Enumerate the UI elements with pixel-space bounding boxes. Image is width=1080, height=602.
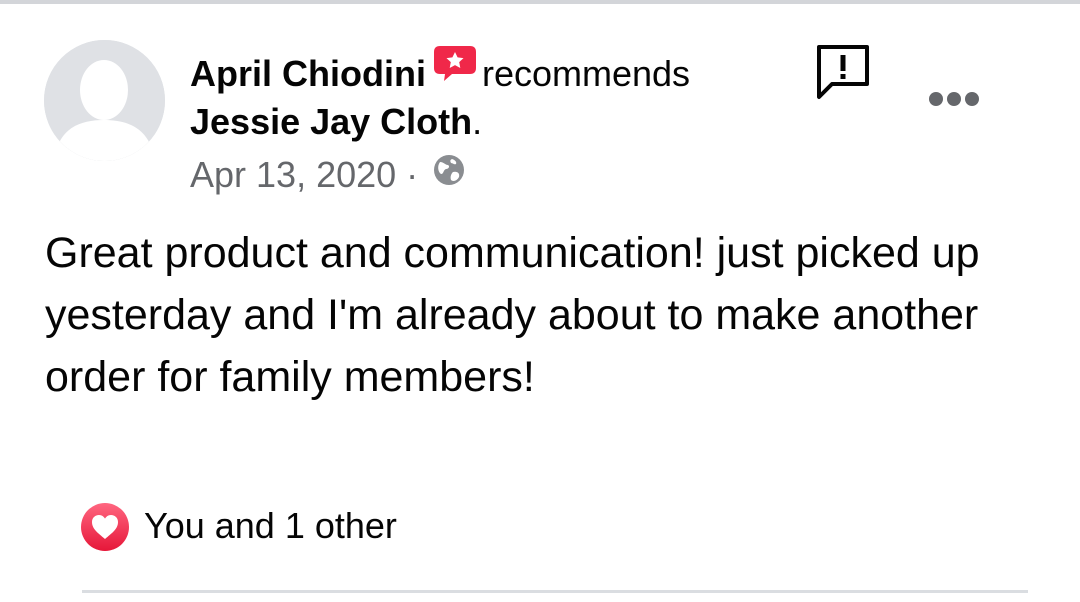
- more-options-icon[interactable]: [928, 90, 980, 108]
- bottom-divider: [82, 590, 1028, 593]
- page-name-link[interactable]: Jessie Jay Cloth: [190, 101, 472, 142]
- default-avatar-icon: [44, 40, 165, 161]
- post-header: April Chiodini recommends: [190, 46, 691, 96]
- author-avatar[interactable]: [44, 40, 165, 161]
- page-line: Jessie Jay Cloth.: [190, 100, 482, 144]
- post-date[interactable]: Apr 13, 2020: [190, 154, 396, 195]
- post-meta: Apr 13, 2020 ·: [190, 153, 466, 199]
- report-flag-icon[interactable]: [814, 42, 872, 102]
- author-name[interactable]: April Chiodini: [190, 53, 426, 94]
- reaction-summary[interactable]: You and 1 other: [144, 504, 397, 548]
- heart-icon[interactable]: [80, 502, 130, 552]
- recommends-label: recommends: [481, 53, 691, 94]
- post-body-text: Great product and communication! just pi…: [45, 229, 980, 401]
- top-divider: [0, 0, 1080, 4]
- page-suffix: .: [472, 101, 483, 142]
- globe-icon: [432, 153, 466, 197]
- recommend-star-icon: [432, 44, 478, 82]
- meta-separator: ·: [396, 154, 429, 195]
